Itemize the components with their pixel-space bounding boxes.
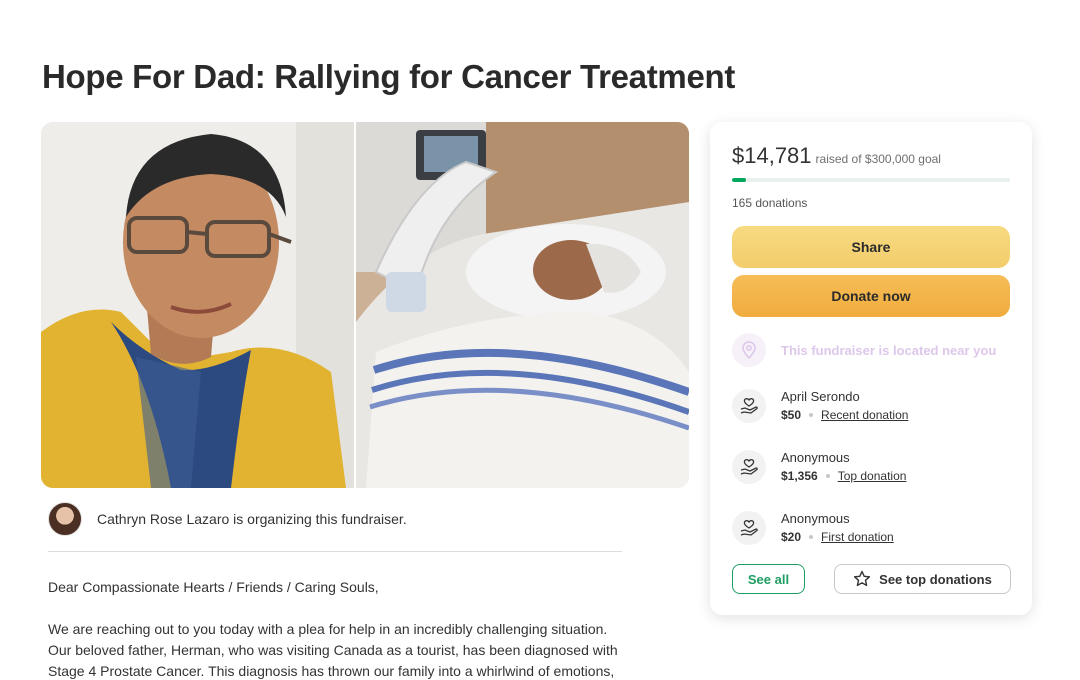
- heart-hand-icon: [732, 450, 766, 484]
- location-pin-icon: [732, 333, 766, 367]
- donate-now-button[interactable]: Donate now: [732, 275, 1010, 317]
- hero-image[interactable]: [41, 122, 689, 488]
- donor-tag-link[interactable]: First donation: [821, 528, 894, 546]
- location-notice-text: This fundraiser is located near you: [781, 342, 997, 358]
- donor-meta: $1,356 Top donation: [781, 467, 906, 485]
- organizer-text: Cathryn Rose Lazaro is organizing this f…: [97, 511, 407, 527]
- organizer-row: Cathryn Rose Lazaro is organizing this f…: [48, 502, 407, 536]
- donor-amount: $50: [781, 408, 802, 422]
- donor-info: Anonymous $1,356 Top donation: [781, 449, 906, 485]
- donor-meta: $20 First donation: [781, 528, 894, 546]
- story-paragraph: Dear Compassionate Hearts / Friends / Ca…: [48, 579, 379, 595]
- story-paragraph: We are reaching out to you today with a …: [48, 621, 618, 679]
- page-title: Hope For Dad: Rallying for Cancer Treatm…: [42, 58, 736, 95]
- progress-fill: [732, 178, 746, 182]
- organizer-avatar[interactable]: [48, 502, 82, 536]
- donor-meta: $50 Recent donation: [781, 406, 908, 424]
- donor-info: April Serondo $50 Recent donation: [781, 388, 908, 424]
- photo-father-hospital: [356, 122, 689, 488]
- separator-dot: [809, 535, 814, 539]
- photo-father-portrait: [41, 122, 354, 488]
- donor-name: Anonymous: [781, 450, 850, 465]
- star-outline-icon: [854, 570, 871, 587]
- progress-bar: [732, 178, 1010, 182]
- divider: [48, 551, 622, 552]
- heart-hand-icon: [732, 511, 766, 545]
- location-notice: This fundraiser is located near you: [732, 333, 996, 367]
- see-top-donations-button[interactable]: See top donations: [834, 564, 1011, 594]
- separator-dot: [809, 413, 814, 417]
- donations-count: 165 donations: [732, 196, 808, 210]
- separator-dot: [825, 474, 830, 478]
- story: Dear Compassionate Hearts / Friends / Ca…: [48, 577, 628, 680]
- raised-goal: raised of $300,000 goal: [815, 152, 941, 166]
- donor-row: April Serondo $50 Recent donation: [732, 388, 908, 424]
- donor-tag-link[interactable]: Recent donation: [821, 406, 908, 424]
- donor-tag-link[interactable]: Top donation: [838, 467, 907, 485]
- donor-amount: $20: [781, 530, 802, 544]
- see-all-button[interactable]: See all: [732, 564, 805, 594]
- donor-row: Anonymous $1,356 Top donation: [732, 449, 906, 485]
- donor-name: April Serondo: [781, 389, 860, 404]
- donation-card: $14,781 raised of $300,000 goal 165 dona…: [710, 122, 1032, 615]
- share-button[interactable]: Share: [732, 226, 1010, 268]
- donor-name: Anonymous: [781, 511, 850, 526]
- raised-summary: $14,781 raised of $300,000 goal: [732, 143, 941, 169]
- donor-row: Anonymous $20 First donation: [732, 510, 894, 546]
- heart-hand-icon: [732, 389, 766, 423]
- donor-info: Anonymous $20 First donation: [781, 510, 894, 546]
- see-top-donations-label: See top donations: [879, 571, 992, 587]
- donor-amount: $1,356: [781, 469, 818, 483]
- raised-amount: $14,781: [732, 143, 812, 168]
